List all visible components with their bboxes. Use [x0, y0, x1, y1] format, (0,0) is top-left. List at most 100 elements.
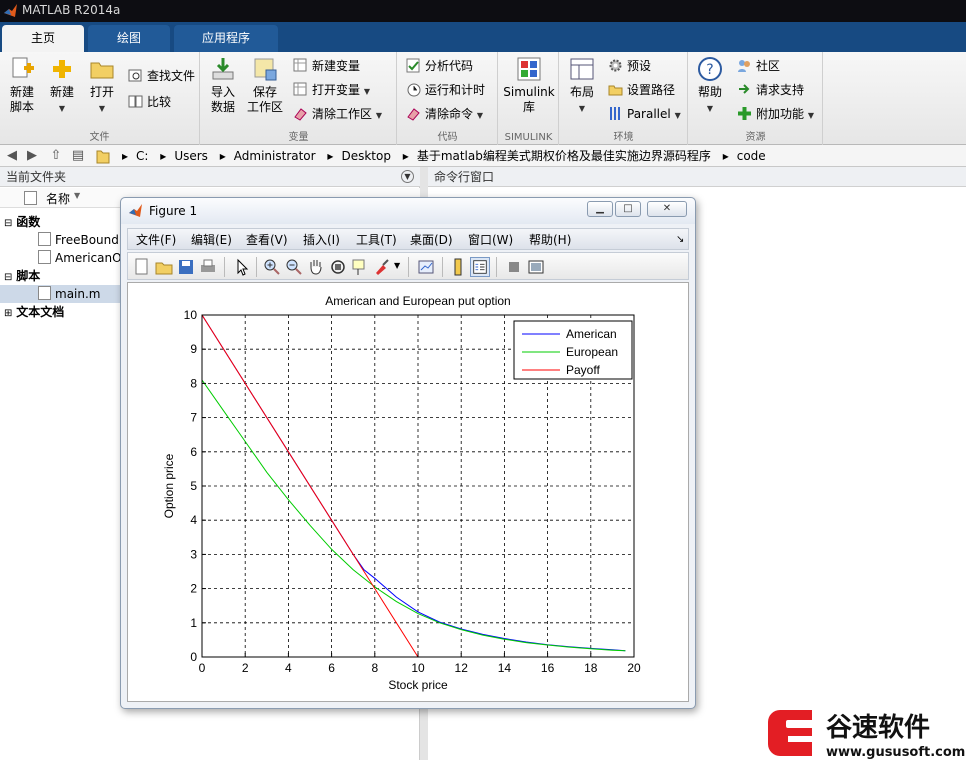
forward-arrow-icon[interactable]: ▶ — [24, 148, 40, 164]
menu-insert[interactable]: 插入(I) — [303, 231, 340, 249]
zoom-out-icon[interactable] — [284, 257, 304, 277]
print-icon[interactable] — [198, 257, 218, 277]
clear-workspace-button[interactable]: 清除工作区 ▼ — [293, 104, 382, 124]
folder-icon — [90, 62, 114, 79]
zoom-in-icon[interactable] — [262, 257, 282, 277]
menu-desktop[interactable]: 桌面(D) — [410, 231, 453, 249]
import-icon — [212, 58, 234, 80]
compare-button[interactable]: 比较 — [128, 92, 171, 112]
clear-commands-button[interactable]: 清除命令 ▼ — [406, 104, 483, 124]
crumb[interactable]: C: — [136, 149, 148, 163]
tab-apps[interactable]: 应用程序 — [174, 25, 278, 52]
new-variable-button[interactable]: 新建变量 — [293, 56, 360, 76]
find-files-icon — [128, 69, 142, 82]
simulink-library-button[interactable]: Simulink 库 — [503, 56, 555, 115]
y-tick-label: 7 — [190, 411, 197, 425]
dock-arrow-icon[interactable]: ↘ — [676, 231, 684, 249]
clear-workspace-label: 清除工作区 — [312, 107, 373, 121]
save-workspace-label: 保存 工作区 — [246, 85, 283, 114]
expand-icon: ⊞ — [4, 308, 13, 319]
new-label: 新建 — [49, 85, 74, 99]
save-icon[interactable] — [176, 257, 196, 277]
back-arrow-icon[interactable]: ◀ — [4, 148, 20, 164]
link-plot-icon[interactable] — [416, 257, 436, 277]
open-variable-button[interactable]: 打开变量 ▼ — [293, 80, 370, 100]
x-tick-label: 6 — [328, 661, 335, 675]
toolbar-separator — [442, 257, 443, 277]
crumb[interactable]: Users — [174, 149, 208, 163]
brush-dropdown-icon[interactable]: ▼ — [394, 261, 400, 270]
new-figure-icon[interactable] — [132, 257, 152, 277]
file-name: AmericanO — [55, 251, 122, 265]
name-column-header[interactable]: 名称 — [46, 190, 70, 207]
x-tick-label: 8 — [371, 661, 378, 675]
up-folder-icon[interactable]: ⇧ — [48, 148, 64, 164]
menu-help[interactable]: 帮助(H) — [529, 231, 571, 249]
command-window-title: 命令行窗口 — [428, 167, 966, 187]
legend-icon[interactable] — [470, 257, 490, 277]
community-label: 社区 — [756, 59, 781, 73]
menu-edit[interactable]: 编辑(E) — [191, 231, 232, 249]
x-tick-label: 10 — [411, 661, 425, 675]
new-button[interactable]: 新建 ▼ — [46, 56, 78, 116]
chart-svg[interactable]: 0 2 4 6 8 10 12 14 16 18 20012345678910American an… — [128, 283, 688, 701]
save-workspace-button[interactable]: 保存 工作区 — [245, 56, 285, 115]
help-button[interactable]: ? 帮助 ▼ — [695, 56, 725, 116]
menu-view[interactable]: 查看(V) — [246, 231, 288, 249]
group-label: 文本文档 — [16, 305, 65, 319]
tab-home[interactable]: 主页 — [2, 25, 84, 52]
set-path-button[interactable]: 设置路径 — [608, 80, 675, 100]
colorbar-icon[interactable] — [448, 257, 468, 277]
find-files-button[interactable]: 查找文件 — [128, 66, 195, 86]
crumb[interactable]: Administrator — [234, 149, 316, 163]
request-support-button[interactable]: 请求支持 — [737, 80, 804, 100]
preferences-label: 预设 — [627, 59, 652, 73]
add-ons-button[interactable]: 附加功能 ▼ — [737, 104, 814, 124]
new-script-button[interactable]: 新建 脚本 — [6, 56, 38, 115]
menu-window[interactable]: 窗口(W) — [468, 231, 513, 249]
clear-commands-label: 清除命令 — [425, 107, 474, 121]
import-data-button[interactable]: 导入 数据 — [207, 56, 239, 115]
plot-area[interactable]: 0 2 4 6 8 10 12 14 16 18 20 0 1 2 3 4 5 6 7 8 9 10 American an… — [127, 282, 689, 702]
crumb[interactable]: Desktop — [341, 149, 391, 163]
open-button[interactable]: 打开 ▼ — [86, 56, 118, 116]
group-resources-title: 资源 — [745, 132, 766, 143]
group-environment-title: 环境 — [613, 132, 634, 143]
group-environment: 布局 ▼ 预设 设置路径 Parallel ▼ 环境 — [560, 52, 688, 145]
y-tick-label: 10 — [184, 308, 198, 322]
gear-icon — [609, 59, 622, 72]
parallel-icon — [610, 107, 620, 120]
layout-button[interactable]: 布局 ▼ — [566, 56, 598, 116]
show-plot-tools-icon[interactable] — [526, 257, 546, 277]
menu-file[interactable]: 文件(F) — [136, 231, 176, 249]
crumb[interactable]: 基于matlab编程美式期权价格及最佳实施边界源码程序 — [417, 149, 711, 163]
panel-menu-icon[interactable]: ▼ — [401, 170, 414, 183]
function-file-icon — [38, 250, 51, 264]
data-cursor-icon[interactable] — [350, 257, 370, 277]
tab-plots[interactable]: 绘图 — [88, 25, 170, 52]
open-file-icon[interactable] — [154, 257, 174, 277]
brush-icon[interactable] — [372, 257, 392, 277]
x-tick-label: 0 — [199, 661, 206, 675]
hide-plot-tools-icon[interactable] — [504, 257, 524, 277]
close-button[interactable]: ✕ — [647, 201, 687, 217]
maximize-button[interactable]: □ — [615, 201, 641, 217]
community-button[interactable]: 社区 — [737, 56, 780, 76]
pointer-icon[interactable] — [232, 257, 252, 277]
run-and-time-button[interactable]: 运行和计时 — [406, 80, 485, 100]
parallel-button[interactable]: Parallel ▼ — [608, 104, 681, 124]
menu-tools[interactable]: 工具(T) — [356, 231, 397, 249]
figure-title-bar[interactable]: Figure 1 ▁ □ ✕ — [121, 198, 695, 224]
analyze-code-button[interactable]: 分析代码 — [406, 56, 473, 76]
rotate-3d-icon[interactable] — [328, 257, 348, 277]
browse-folder-icon[interactable]: ▤ — [70, 148, 86, 164]
x-tick-label: 20 — [627, 661, 641, 675]
collapse-icon: ⊟ — [4, 272, 13, 283]
pan-hand-icon[interactable] — [306, 257, 326, 277]
crumb[interactable]: code — [737, 149, 766, 163]
minimize-button[interactable]: ▁ — [587, 201, 613, 217]
toolbar-separator — [408, 257, 409, 277]
breadcrumb: ▸ C: ▸ Users ▸ Administrator ▸ Desktop ▸ 基于ma… — [122, 149, 766, 163]
preferences-button[interactable]: 预设 — [608, 56, 651, 76]
watermark-logo: 谷速软件 www.gususoft.com — [768, 710, 965, 760]
